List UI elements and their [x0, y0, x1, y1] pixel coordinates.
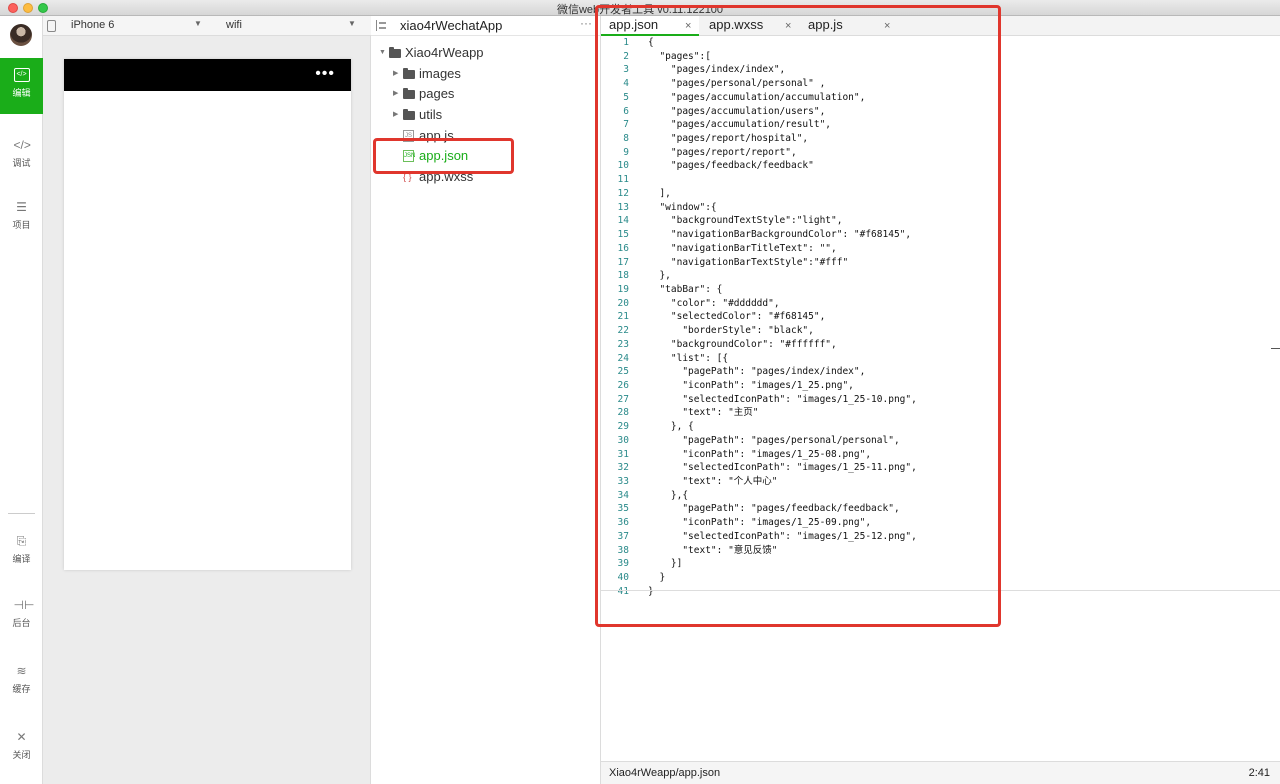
debug-icon: </>	[13, 138, 31, 152]
collapse-arrow-icon[interactable]: ▶	[393, 64, 403, 84]
sidebar-item-cache[interactable]: ≋ 缓存	[0, 654, 43, 710]
cache-icon: ≋	[16, 664, 27, 678]
cursor-position: 2:41	[1248, 767, 1270, 779]
caret-down-icon[interactable]: ▼	[194, 19, 202, 28]
sidebar-item-close[interactable]: ✕ 关闭	[0, 720, 43, 776]
sidebar-item-debug[interactable]: </> 调试	[0, 128, 43, 184]
expand-arrow-icon[interactable]: ▼	[379, 43, 389, 63]
phone-navigation-bar: •••	[64, 59, 351, 91]
folder-icon	[403, 109, 415, 120]
explorer-header: xiao4rWechatApp ···	[371, 16, 600, 36]
code-box-icon: </>	[13, 68, 30, 82]
sidebar-item-label: 关闭	[12, 750, 31, 760]
compile-icon: ⎘	[16, 534, 27, 548]
phone-screen[interactable]: •••	[64, 59, 351, 570]
status-bar: Xiao4rWeapp/app.json 2:41	[601, 761, 1280, 784]
file-explorer: xiao4rWechatApp ··· ▼ Xiao4rWeapp ▶ images…	[371, 16, 601, 784]
tree-folder-pages[interactable]: ▶ pages	[393, 84, 454, 104]
device-toolbar: iPhone 6 ▼ wifi ▼	[43, 16, 371, 36]
project-title: xiao4rWechatApp	[400, 18, 503, 33]
simulator-panel: •••	[43, 36, 371, 784]
sidebar-item-backend[interactable]: ⊣⊢ 后台	[0, 588, 43, 644]
folder-label: images	[419, 66, 461, 81]
highlight-box-app-json	[373, 138, 514, 174]
folder-icon	[403, 68, 415, 79]
list-icon: ☰	[16, 200, 27, 214]
folder-icon	[389, 47, 401, 58]
caret-down-icon[interactable]: ▼	[348, 19, 356, 28]
file-path: Xiao4rWeapp/app.json	[609, 767, 721, 779]
tree-root-folder[interactable]: ▼ Xiao4rWeapp	[379, 43, 484, 63]
phone-icon	[47, 20, 56, 32]
sidebar-item-label: 调试	[12, 158, 31, 168]
scroll-marker	[1271, 348, 1280, 349]
tree-folder-images[interactable]: ▶ images	[393, 64, 461, 84]
folder-label: Xiao4rWeapp	[405, 45, 484, 60]
highlight-box-editor	[595, 5, 1001, 627]
network-select[interactable]: wifi	[226, 19, 242, 31]
sidebar-divider	[8, 513, 35, 514]
collapse-arrow-icon[interactable]: ▶	[393, 84, 403, 104]
more-icon[interactable]: ···	[580, 16, 592, 30]
sidebar-item-label: 编译	[12, 554, 31, 564]
device-select[interactable]: iPhone 6	[71, 19, 114, 31]
sidebar-item-project[interactable]: ☰ 项目	[0, 190, 43, 246]
backend-icon: ⊣⊢	[13, 598, 35, 612]
collapse-arrow-icon[interactable]: ▶	[393, 105, 403, 125]
close-icon: ✕	[16, 730, 27, 744]
sidebar-item-label: 缓存	[12, 684, 31, 694]
user-avatar[interactable]	[10, 24, 32, 46]
sidebar-item-label: 后台	[12, 618, 31, 628]
sidebar-item-label: 项目	[12, 220, 31, 230]
left-sidebar: </> 编辑 </> 调试 ☰ 项目 ⎘ 编译 ⊣⊢ 后台 ≋ 缓存 ✕ 关闭	[0, 16, 43, 784]
folder-label: pages	[419, 86, 455, 101]
sidebar-item-compile[interactable]: ⎘ 编译	[0, 524, 43, 580]
tree-icon	[376, 20, 388, 31]
tree-folder-utils[interactable]: ▶ utils	[393, 105, 442, 125]
sidebar-item-edit[interactable]: </> 编辑	[0, 58, 43, 114]
folder-label: utils	[419, 107, 443, 122]
more-icon[interactable]: •••	[315, 65, 335, 83]
sidebar-item-label: 编辑	[12, 88, 31, 98]
folder-icon	[403, 88, 415, 99]
